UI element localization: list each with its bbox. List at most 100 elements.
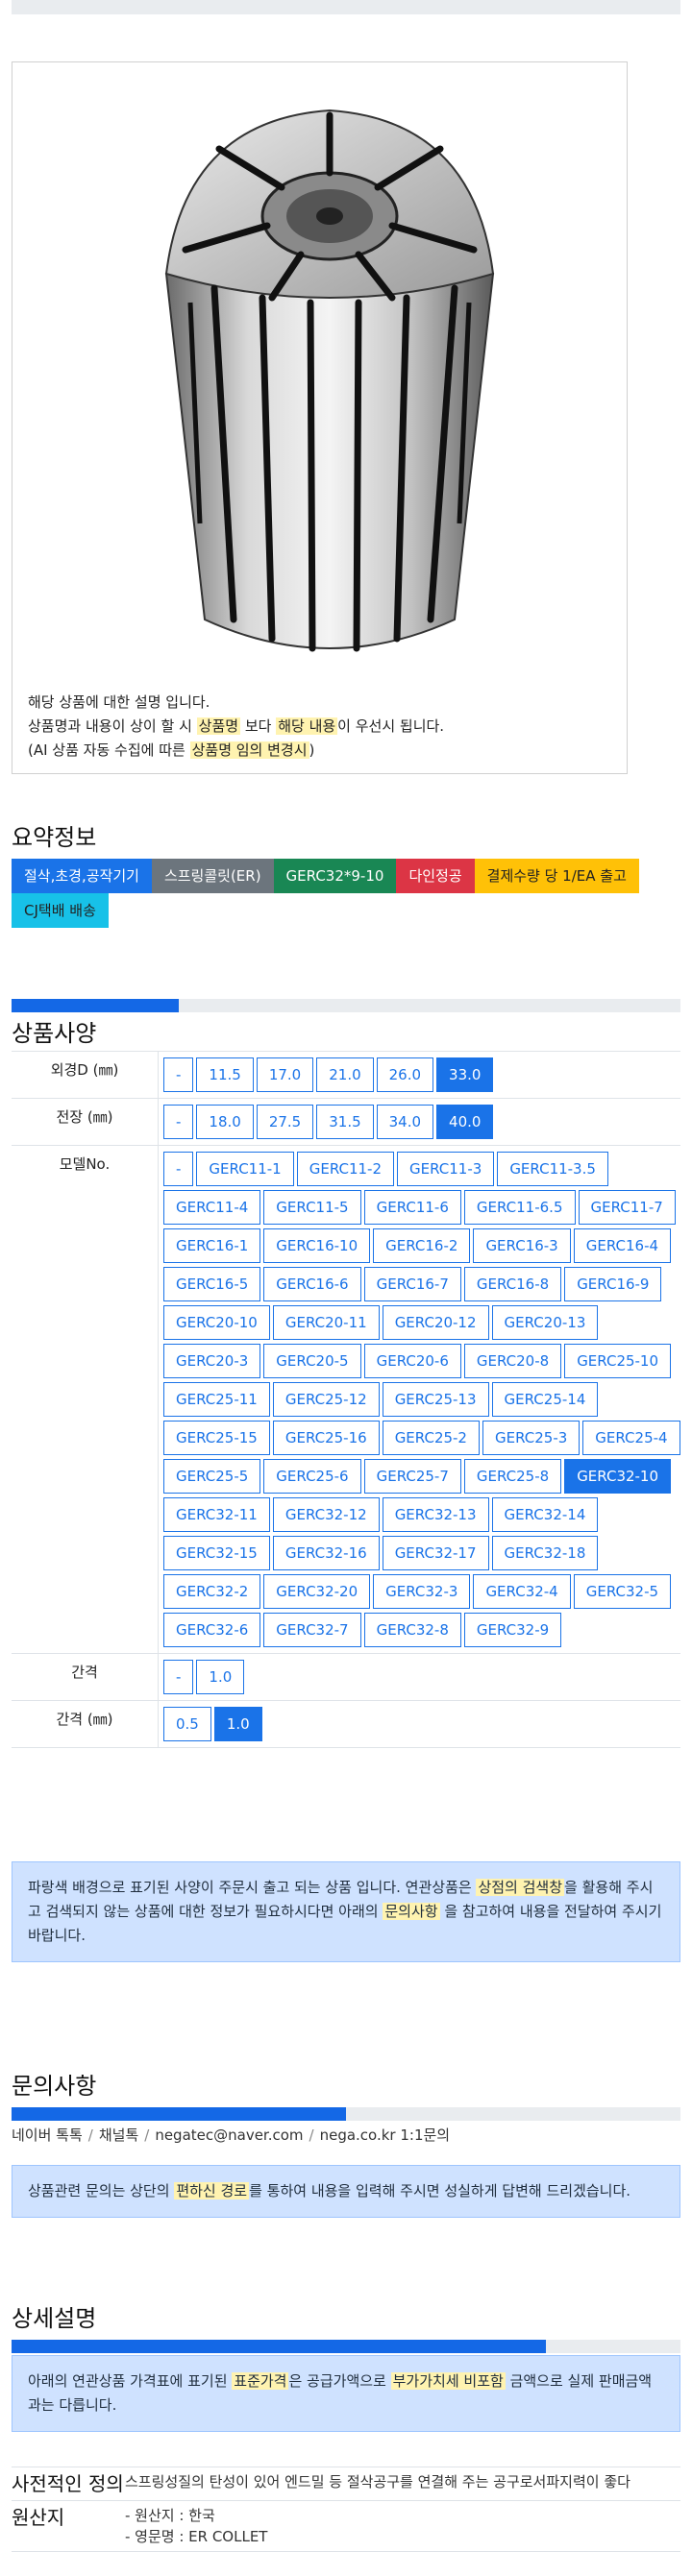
spec-option-button[interactable]: 1.0 (213, 1707, 262, 1741)
detail-table: 사전적인 정의 스프링성질의 탄성이 있어 엔드밀 등 절삭공구를 연결해 주는… (12, 2467, 680, 2552)
spec-option-button[interactable]: GERC11-5 (263, 1190, 361, 1225)
spec-option-button[interactable]: GERC11-3 (397, 1152, 495, 1186)
spec-option-button[interactable]: GERC25-16 (272, 1421, 380, 1455)
spec-option-button[interactable]: GERC32-8 (363, 1613, 461, 1647)
info-highlight: 편하신 경로 (174, 2182, 250, 2199)
spec-option-button[interactable]: GERC20-3 (163, 1344, 261, 1378)
spec-option-button[interactable]: 33.0 (436, 1057, 494, 1092)
contact-email[interactable]: negatec@naver.com (155, 2126, 303, 2144)
spec-option-button[interactable]: 17.0 (256, 1057, 314, 1092)
spec-option-button[interactable]: 0.5 (163, 1707, 211, 1741)
spec-option-button[interactable]: GERC25-2 (382, 1421, 480, 1455)
spec-option-button[interactable]: GERC16-4 (573, 1228, 672, 1263)
spec-option-button[interactable]: - (163, 1660, 194, 1694)
spec-option-button[interactable]: 1.0 (196, 1660, 245, 1694)
spec-option-button[interactable]: GERC25-5 (163, 1459, 261, 1494)
spec-option-button[interactable]: GERC25-11 (163, 1382, 270, 1417)
spec-option-button[interactable]: GERC25-10 (564, 1344, 672, 1378)
spec-title: 상품사양 (12, 1020, 97, 1047)
spec-options: -11.5 17.0 21.0 26.0 33.0 (159, 1052, 680, 1098)
spec-option-button[interactable]: 40.0 (436, 1105, 494, 1139)
spec-option-button[interactable]: GERC32-18 (491, 1536, 599, 1570)
spec-option-button[interactable]: GERC20-10 (163, 1305, 270, 1340)
spec-option-button[interactable]: GERC25-8 (463, 1459, 562, 1494)
spec-option-button[interactable]: 34.0 (376, 1105, 434, 1139)
spec-option-button[interactable]: 26.0 (376, 1057, 434, 1092)
spec-option-button[interactable]: - (163, 1152, 194, 1186)
spec-option-button[interactable]: GERC32-5 (573, 1574, 672, 1609)
spec-option-button[interactable]: GERC11-7 (578, 1190, 676, 1225)
product-notice: 해당 상품에 대한 설명 입니다. 상품명과 내용이 상이 할 시 상품명 보다… (28, 691, 444, 763)
spec-option-button[interactable]: GERC16-6 (263, 1267, 361, 1301)
spec-option-button[interactable]: GERC32-20 (263, 1574, 371, 1609)
badge-model[interactable]: GERC32*9-10 (273, 859, 397, 893)
spec-option-button[interactable]: GERC25-4 (582, 1421, 680, 1455)
detail-progress-fill (12, 2340, 546, 2353)
spec-option-button[interactable]: GERC32-4 (473, 1574, 571, 1609)
notice-line-1: 해당 상품에 대한 설명 입니다. (28, 693, 210, 711)
spec-option-button[interactable]: GERC32-6 (163, 1613, 261, 1647)
spec-option-button[interactable]: GERC16-1 (163, 1228, 261, 1263)
spec-option-button[interactable]: GERC25-14 (491, 1382, 599, 1417)
spec-option-button[interactable]: GERC25-13 (382, 1382, 489, 1417)
spec-option-button[interactable]: GERC32-9 (463, 1613, 562, 1647)
spec-option-button[interactable]: 11.5 (196, 1057, 254, 1092)
english-name: - 영문명 : ER COLLET (125, 2528, 268, 2545)
spec-option-button[interactable]: GERC16-5 (163, 1267, 261, 1301)
spec-option-button[interactable]: GERC16-7 (363, 1267, 461, 1301)
spec-option-button[interactable]: GERC32-17 (382, 1536, 489, 1570)
spec-option-button[interactable]: GERC32-2 (163, 1574, 261, 1609)
spec-option-button[interactable]: GERC11-2 (296, 1152, 395, 1186)
spec-info-box: 파랑색 배경으로 표기된 사양이 주문시 출고 되는 상품 입니다. 연관상품은… (12, 1861, 680, 1962)
spec-option-button[interactable]: GERC20-6 (363, 1344, 461, 1378)
spec-option-button[interactable]: GERC16-10 (263, 1228, 371, 1263)
spec-option-button[interactable]: GERC11-1 (196, 1152, 294, 1186)
info-highlight-vat: 부가가치세 비포함 (390, 2372, 506, 2390)
spec-option-button[interactable]: GERC25-3 (482, 1421, 581, 1455)
spec-option-button[interactable]: GERC20-11 (272, 1305, 380, 1340)
spec-option-button[interactable]: GERC20-13 (491, 1305, 599, 1340)
detail-value: - 원산지 : 한국 - 영문명 : ER COLLET (125, 2501, 680, 2551)
spec-option-button[interactable]: 31.5 (316, 1105, 374, 1139)
spec-option-button[interactable]: GERC11-3.5 (497, 1152, 608, 1186)
contact-links: 네이버 톡톡 / 채널톡 / negatec@naver.com / nega.co.kr … (12, 2125, 450, 2145)
badge-category[interactable]: 절삭,초경,공작기기 (12, 859, 152, 893)
spec-option-button[interactable]: GERC25-15 (163, 1421, 270, 1455)
spec-option-button[interactable]: GERC32-14 (491, 1497, 599, 1532)
spec-option-button[interactable]: GERC25-7 (363, 1459, 461, 1494)
spec-options: -1.0 (159, 1654, 680, 1700)
spec-option-button[interactable]: GERC16-3 (473, 1228, 571, 1263)
spec-option-button[interactable]: 21.0 (316, 1057, 374, 1092)
badge-maker[interactable]: 다인정공 (396, 859, 475, 893)
spec-option-button[interactable]: GERC32-7 (263, 1613, 361, 1647)
notice-text: 상품명과 내용이 상이 할 시 (28, 717, 197, 735)
spec-option-button[interactable]: GERC32-3 (373, 1574, 471, 1609)
spec-option-button[interactable]: GERC20-5 (263, 1344, 361, 1378)
spec-option-button[interactable]: - (163, 1105, 194, 1139)
spec-option-button[interactable]: GERC11-6.5 (463, 1190, 576, 1225)
spec-option-button[interactable]: GERC32-16 (272, 1536, 380, 1570)
spec-option-button[interactable]: GERC32-12 (272, 1497, 380, 1532)
spec-option-button[interactable]: GERC32-13 (382, 1497, 489, 1532)
spec-row-label: 외경D (㎜) (12, 1052, 159, 1098)
contact-channel-talk[interactable]: 채널톡 (99, 2126, 138, 2144)
spec-option-button[interactable]: GERC32-10 (564, 1459, 672, 1494)
spec-option-button[interactable]: GERC16-8 (463, 1267, 562, 1301)
spec-option-button[interactable]: 27.5 (256, 1105, 314, 1139)
spec-option-button[interactable]: GERC16-2 (373, 1228, 471, 1263)
spec-option-button[interactable]: GERC11-6 (363, 1190, 461, 1225)
spec-option-button[interactable]: GERC25-12 (272, 1382, 380, 1417)
spec-option-button[interactable]: 18.0 (196, 1105, 254, 1139)
spec-option-button[interactable]: GERC16-9 (564, 1267, 662, 1301)
badge-subcategory[interactable]: 스프링콜릿(ER) (151, 859, 274, 893)
spec-option-button[interactable]: GERC25-6 (263, 1459, 361, 1494)
contact-naver-talk[interactable]: 네이버 톡톡 (12, 2126, 83, 2144)
spec-option-button[interactable]: GERC32-11 (163, 1497, 270, 1532)
contact-website-inquiry[interactable]: nega.co.kr 1:1문의 (320, 2126, 451, 2144)
spec-option-button[interactable]: GERC20-8 (463, 1344, 562, 1378)
spec-option-button[interactable]: GERC11-4 (163, 1190, 261, 1225)
spec-option-button[interactable]: GERC32-15 (163, 1536, 270, 1570)
spec-option-button[interactable]: GERC20-12 (382, 1305, 489, 1340)
spec-option-button[interactable]: - (163, 1057, 194, 1092)
spec-options: 0.5 1.0 (159, 1701, 680, 1747)
